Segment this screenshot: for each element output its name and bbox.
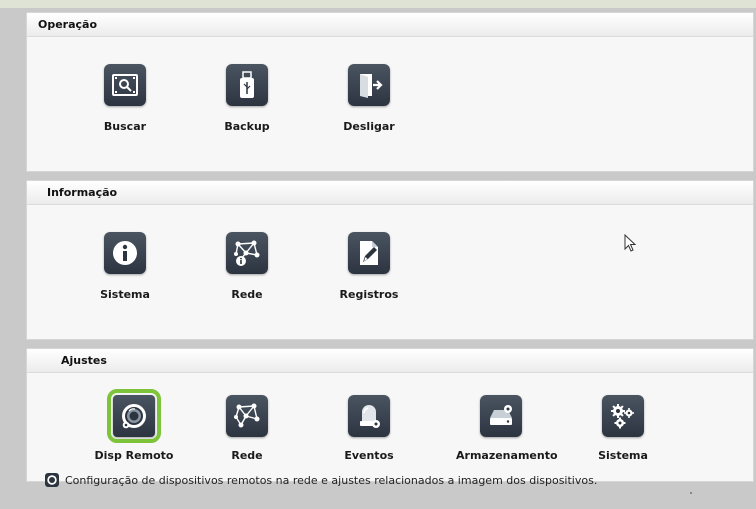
search-film-icon	[104, 64, 146, 106]
remote-camera-icon	[107, 389, 161, 443]
menu-item-label: Disp Remoto	[94, 449, 174, 462]
menu-item-label: Sistema	[100, 288, 150, 301]
menu-item-label: Rede	[231, 288, 263, 301]
menu-item-armazenamento[interactable]: Armazenamento	[456, 395, 558, 462]
section-operacao: Operação Buscar Backup Desligar	[26, 12, 754, 172]
section-title: Ajustes	[27, 349, 753, 373]
menu-item-label: Eventos	[344, 449, 394, 462]
menu-item-label: Desligar	[343, 120, 395, 133]
section-informacao: Informação Sistema Rede Registros	[26, 180, 754, 340]
usb-drive-icon	[226, 64, 268, 106]
remote-camera-icon	[45, 473, 59, 487]
section-title: Operação	[27, 13, 753, 37]
menu-item-label: Armazenamento	[456, 449, 558, 462]
menu-item-label: Backup	[224, 120, 270, 133]
menu-item-label: Sistema	[598, 449, 648, 462]
network-icon	[226, 395, 268, 437]
menu-item-eventos[interactable]: Eventos	[324, 395, 414, 462]
alarm-light-icon	[348, 395, 390, 437]
menu-item-label: Buscar	[103, 120, 147, 133]
menu-item-label: Rede	[231, 449, 263, 462]
menu-item-sistema-ajustes[interactable]: Sistema	[578, 395, 668, 462]
status-bar: Configuração de dispositivos remotos na …	[45, 472, 597, 488]
gears-icon	[602, 395, 644, 437]
menu-item-disp-remoto[interactable]: Disp Remoto	[89, 389, 179, 462]
menu-item-backup[interactable]: Backup	[202, 64, 292, 133]
section-title: Informação	[27, 181, 753, 205]
menu-item-desligar[interactable]: Desligar	[324, 64, 414, 133]
menu-item-buscar[interactable]: Buscar	[80, 64, 170, 133]
menu-item-rede-info[interactable]: Rede	[202, 232, 292, 301]
menu-item-sistema-info[interactable]: Sistema	[80, 232, 170, 301]
mouse-cursor-icon	[624, 233, 637, 256]
menu-item-label: Registros	[339, 288, 399, 301]
top-strip	[0, 0, 756, 8]
hard-drive-icon	[480, 395, 522, 437]
status-text: Configuração de dispositivos remotos na …	[65, 473, 598, 487]
log-pencil-icon	[348, 232, 390, 274]
section-ajustes: Ajustes Disp Remoto Rede Eventos Armazen…	[26, 348, 754, 482]
exit-door-icon	[348, 64, 390, 106]
menu-item-registros[interactable]: Registros	[324, 232, 414, 301]
info-icon	[104, 232, 146, 274]
menu-item-rede-ajustes[interactable]: Rede	[202, 395, 292, 462]
dot-mark	[690, 492, 692, 494]
network-info-icon	[226, 232, 268, 274]
